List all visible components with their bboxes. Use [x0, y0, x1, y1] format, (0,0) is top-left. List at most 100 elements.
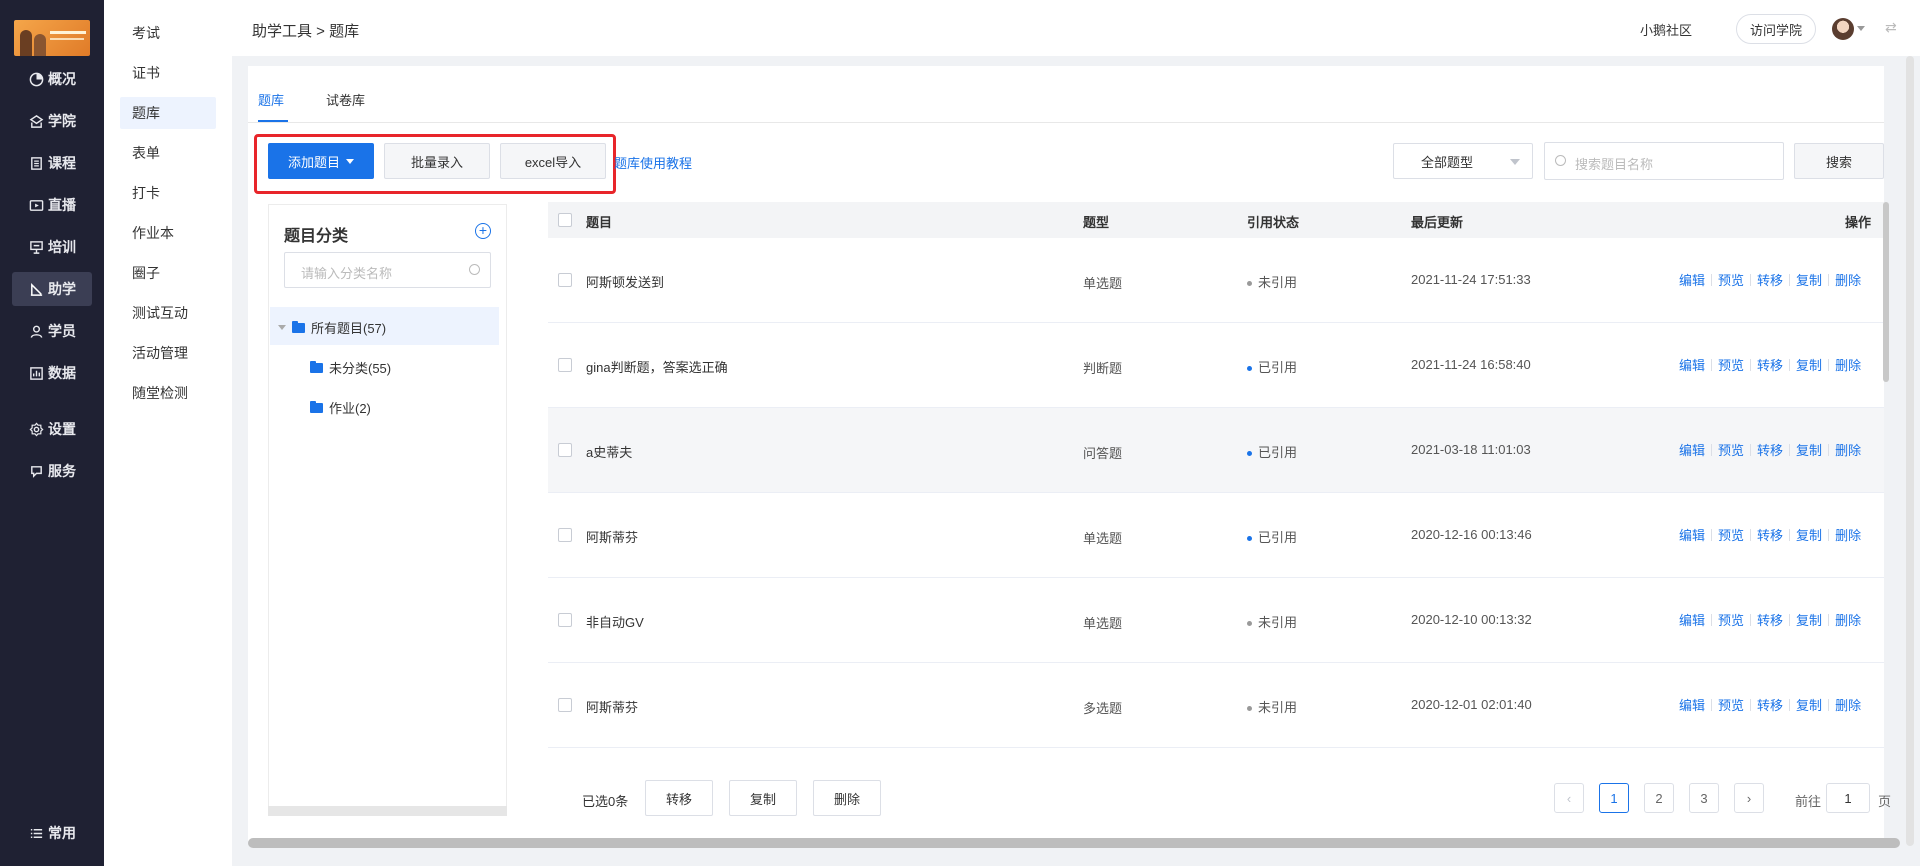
visit-academy-button[interactable]: 访问学院 — [1736, 14, 1816, 44]
subnav-item[interactable]: 作业本 — [120, 217, 216, 249]
page-scrollbar[interactable] — [1906, 56, 1914, 846]
add-category-icon[interactable]: + — [475, 223, 491, 239]
row-action-link[interactable]: 预览 — [1718, 270, 1744, 289]
row-action-link[interactable]: 复制 — [1796, 440, 1822, 459]
row-action-link[interactable]: 预览 — [1718, 525, 1744, 544]
nav-item-book[interactable]: 课程 — [12, 146, 92, 180]
horizontal-scrollbar[interactable] — [248, 838, 1900, 848]
table-row[interactable]: 非自动GV 单选题 未引用 2020-12-10 00:13:32 编辑 预览 转移 复制 删除 — [548, 578, 1884, 663]
nav-item-data[interactable]: 数据 — [12, 356, 92, 390]
row-action-link[interactable]: 复制 — [1796, 695, 1822, 714]
row-action-link[interactable]: 编辑 — [1679, 355, 1705, 374]
select-all-checkbox[interactable] — [558, 213, 572, 227]
row-type: 单选题 — [1083, 531, 1123, 546]
tutorial-link[interactable]: 题库使用教程 — [614, 153, 692, 172]
question-type-select[interactable]: 全部题型 — [1393, 143, 1533, 179]
chevron-down-icon[interactable] — [1857, 26, 1865, 31]
row-action-link[interactable]: 删除 — [1835, 270, 1861, 289]
nav-item-user[interactable]: 学员 — [12, 314, 92, 348]
bulk-copy-button[interactable]: 复制 — [729, 780, 797, 816]
nav-item-gear[interactable]: 设置 — [12, 412, 92, 446]
row-action-link[interactable]: 预览 — [1718, 610, 1744, 629]
nav-item-live[interactable]: 直播 — [12, 188, 92, 222]
question-search-input[interactable]: 搜索题目名称 — [1544, 142, 1784, 180]
action-divider — [1789, 358, 1791, 371]
row-type: 多选题 — [1083, 701, 1123, 716]
row-action-link[interactable]: 删除 — [1835, 525, 1861, 544]
category-scrollbar[interactable] — [268, 806, 507, 816]
table-scrollbar[interactable] — [1883, 202, 1889, 382]
table-row[interactable]: 阿斯蒂芬 单选题 已引用 2020-12-16 00:13:46 编辑 预览 转移 复制 删除 — [548, 493, 1884, 578]
row-checkbox[interactable] — [558, 358, 572, 372]
row-action-link[interactable]: 复制 — [1796, 355, 1822, 374]
subnav-item[interactable]: 随堂检测 — [120, 377, 216, 409]
page-number-button[interactable]: 1 — [1599, 783, 1629, 813]
row-action-link[interactable]: 复制 — [1796, 610, 1822, 629]
switch-icon[interactable]: ⇄ — [1885, 19, 1897, 36]
nav-item-training[interactable]: 培训 — [12, 230, 92, 264]
nav-item-study-help[interactable]: 助学 — [12, 272, 92, 306]
nav-item-school[interactable]: 学院 — [12, 104, 92, 138]
bulk-move-button[interactable]: 转移 — [645, 780, 713, 816]
subnav-item[interactable]: 证书 — [120, 57, 216, 89]
category-search-input[interactable]: 请输入分类名称 — [284, 252, 491, 288]
bulk-delete-button[interactable]: 删除 — [813, 780, 881, 816]
avatar[interactable] — [1832, 18, 1854, 40]
subnav-item[interactable]: 打卡 — [120, 177, 216, 209]
prev-page-button[interactable]: ‹ — [1554, 783, 1584, 813]
subnav-item[interactable]: 考试 — [120, 17, 216, 49]
nav-item-common[interactable]: 常用 — [12, 816, 92, 850]
table-row[interactable]: 阿斯蒂芬 多选题 未引用 2020-12-01 02:01:40 编辑 预览 转移 复制 删除 — [548, 663, 1884, 748]
tab-paper-bank[interactable]: 试卷库 — [326, 90, 365, 109]
page-number-button[interactable]: 3 — [1689, 783, 1719, 813]
row-action-link[interactable]: 删除 — [1835, 610, 1861, 629]
row-checkbox[interactable] — [558, 273, 572, 287]
row-action-link[interactable]: 转移 — [1757, 355, 1783, 374]
search-button[interactable]: 搜索 — [1794, 143, 1884, 179]
community-link[interactable]: 小鹅社区 — [1640, 20, 1692, 39]
row-action-link[interactable]: 转移 — [1757, 695, 1783, 714]
subnav-item[interactable]: 活动管理 — [120, 337, 216, 369]
table-row[interactable]: 阿斯顿发送到 单选题 未引用 2021-11-24 17:51:33 编辑 预览 转移 复制删… — [548, 238, 1884, 323]
row-checkbox[interactable] — [558, 698, 572, 712]
row-checkbox[interactable] — [558, 613, 572, 627]
next-page-button[interactable]: › — [1734, 783, 1764, 813]
table-row[interactable]: gina判断题，答案选正确 判断题 已引用 2021-11-24 16:58:40 编辑… — [548, 323, 1884, 408]
tree-item-homework[interactable]: 作业(2) — [310, 398, 371, 417]
row-action-link[interactable]: 转移 — [1757, 525, 1783, 544]
row-action-link[interactable]: 删除 — [1835, 695, 1861, 714]
row-action-link[interactable]: 复制 — [1796, 270, 1822, 289]
tree-root-all[interactable]: 所有题目(57) — [278, 318, 386, 337]
goto-page-input[interactable]: 1 — [1826, 783, 1870, 813]
nav-item-pie-chart[interactable]: 概况 — [12, 62, 92, 96]
row-action-link[interactable]: 编辑 — [1679, 695, 1705, 714]
row-action-link[interactable]: 预览 — [1718, 440, 1744, 459]
row-action-link[interactable]: 编辑 — [1679, 610, 1705, 629]
row-checkbox[interactable] — [558, 443, 572, 457]
table-row[interactable]: a史蒂夫 问答题 已引用 2021-03-18 11:01:03 编辑 预览 转移 复制 删除 — [548, 408, 1884, 493]
tab-question-bank[interactable]: 题库 — [258, 90, 284, 109]
row-status: 已引用 — [1247, 357, 1297, 376]
row-action-link[interactable]: 编辑 — [1679, 525, 1705, 544]
subnav-item[interactable]: 测试互动 — [120, 297, 216, 329]
row-action-link[interactable]: 编辑 — [1679, 270, 1705, 289]
folder-icon — [292, 320, 305, 333]
row-action-link[interactable]: 预览 — [1718, 695, 1744, 714]
row-action-link[interactable]: 转移 — [1757, 440, 1783, 459]
nav-item-service[interactable]: 服务 — [12, 454, 92, 488]
row-action-link[interactable]: 编辑 — [1679, 440, 1705, 459]
row-action-link[interactable]: 复制 — [1796, 525, 1822, 544]
status-dot — [1247, 366, 1252, 372]
row-action-link[interactable]: 预览 — [1718, 355, 1744, 374]
brand-logo[interactable] — [14, 20, 90, 56]
row-checkbox[interactable] — [558, 528, 572, 542]
row-action-link[interactable]: 转移 — [1757, 610, 1783, 629]
row-action-link[interactable]: 删除 — [1835, 355, 1861, 374]
row-action-link[interactable]: 删除 — [1835, 440, 1861, 459]
page-number-button[interactable]: 2 — [1644, 783, 1674, 813]
subnav-item[interactable]: 表单 — [120, 137, 216, 169]
tree-item-uncategorized[interactable]: 未分类(55) — [310, 358, 391, 377]
subnav-item[interactable]: 圈子 — [120, 257, 216, 289]
row-action-link[interactable]: 转移 — [1757, 270, 1783, 289]
subnav-item[interactable]: 题库 — [120, 97, 216, 129]
